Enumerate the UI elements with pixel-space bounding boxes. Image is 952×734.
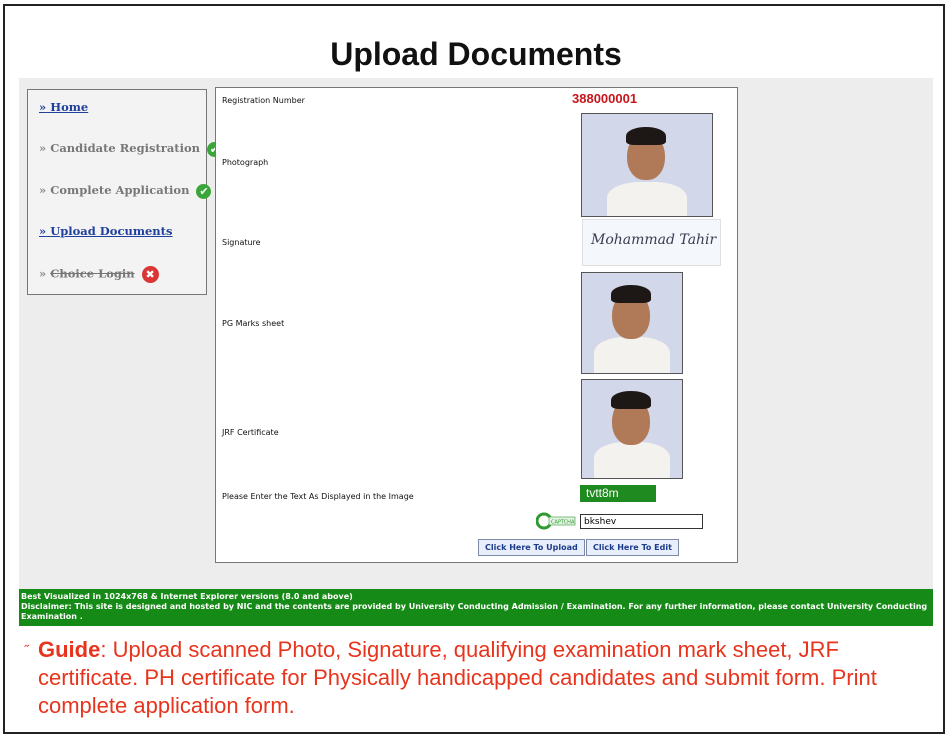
sidebar-item-label: Candidate Registration [50,141,200,155]
sidebar-item-label: Home [50,100,89,114]
jrf-certificate-label: JRF Certificate [222,428,279,437]
pg-marks-sheet-label: PG Marks sheet [222,319,285,328]
sidebar-item-home[interactable]: » Home [39,100,88,114]
arrow-icon: » [39,100,47,114]
arrow-icon: » [39,224,47,238]
sidebar-nav: » Home » Candidate Registration ✔ » Comp… [27,89,223,295]
site-footer: Best Visualized in 1024x768 & Internet E… [19,589,933,626]
arrow-icon: » [39,266,47,281]
signature-handwriting: Mohammad Tahir [591,232,717,248]
upload-button[interactable]: Click Here To Upload [478,539,585,556]
pg-marks-sheet-image[interactable] [581,272,683,374]
upload-form: Registration Number 388000001 Photograph… [215,87,738,563]
sidebar-item-complete-application[interactable]: » Complete Application ✔ [39,183,212,199]
check-circle-icon: ✔ [196,183,212,199]
sidebar-item-label: Upload Documents [50,224,173,238]
guide-caption: ˝ Guide: Upload scanned Photo, Signature… [24,636,938,720]
registration-number-label: Registration Number [222,96,305,105]
x-circle-icon: ✖ [141,266,159,283]
jrf-certificate-image[interactable] [581,379,683,479]
guide-keyword: Guide [38,637,101,662]
edit-button[interactable]: Click Here To Edit [586,539,679,556]
bullet-marker: ˝ [24,642,29,658]
arrow-icon: » [39,141,47,155]
sidebar-item-label: Complete Application [50,183,190,197]
captcha-image: tvtt8m [580,485,656,502]
signature-image[interactable]: Mohammad Tahir [582,219,721,266]
photograph-label: Photograph [222,158,269,167]
signature-label: Signature [222,238,261,247]
slide-title: Upload Documents [330,36,622,72]
sidebar-item-label: Choice Login [50,266,135,281]
footer-browser-note: Best Visualized in 1024x768 & Internet E… [21,592,353,601]
sidebar-item-candidate-registration[interactable]: » Candidate Registration ✔ [39,141,223,157]
sidebar-item-choice-login: » Choice Login ✖ [39,266,159,283]
captcha-prompt: Please Enter the Text As Displayed in th… [222,492,414,501]
captcha-input[interactable] [580,514,703,529]
photograph-image[interactable] [581,113,713,217]
sidebar-item-upload-documents[interactable]: » Upload Documents [39,224,172,238]
arrow-icon: » [39,183,47,197]
captcha-logo-icon: CAPTCHA [536,512,576,530]
footer-disclaimer: Disclaimer: This site is designed and ho… [21,602,928,621]
registration-number-value: 388000001 [572,91,638,106]
guide-text: : Upload scanned Photo, Signature, quali… [38,637,877,718]
captcha-logo-text: CAPTCHA [551,520,575,526]
